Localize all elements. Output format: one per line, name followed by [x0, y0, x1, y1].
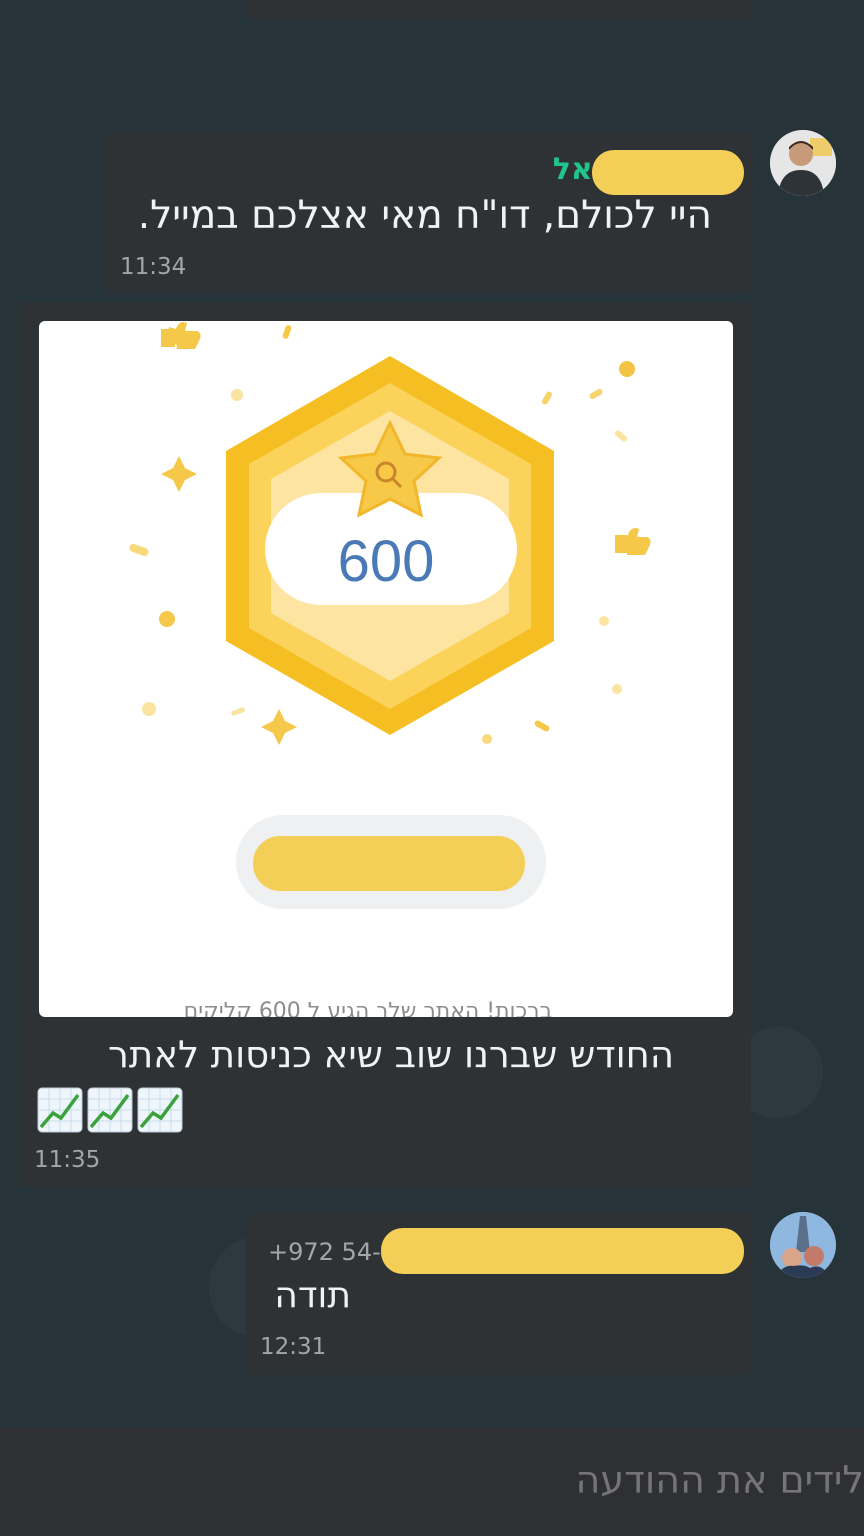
previous-message-bubble[interactable] — [246, 0, 751, 20]
message-timestamp: 12:31 — [260, 1334, 327, 1360]
message-timestamp: 11:35 — [34, 1147, 101, 1173]
message-input[interactable] — [0, 1450, 864, 1510]
message-image[interactable]: 600 — [39, 321, 733, 1017]
message-composer — [0, 1428, 864, 1536]
chart-increasing-icon — [137, 1087, 183, 1133]
chart-increasing-icon — [87, 1087, 133, 1133]
person-avatar-icon — [770, 130, 836, 196]
achievement-badge-image — [129, 322, 651, 909]
sender-phone[interactable]: +972 54- — [268, 1238, 381, 1266]
message-text: החודש שברנו שוב שיא כניסות לאתר — [108, 1033, 674, 1076]
redaction-mark — [381, 1228, 744, 1274]
message-timestamp: 11:34 — [120, 254, 187, 280]
image-caption: ברכות! האתר שלך הגיע ל 600 קליקים — [183, 999, 553, 1017]
person-avatar-icon — [770, 1212, 836, 1278]
chart-increasing-icon — [37, 1087, 83, 1133]
message-text: היי לכולם, דו"ח מאי אצלכם במייל. — [137, 193, 712, 238]
sender-avatar[interactable] — [770, 1212, 836, 1278]
badge-value: 600 — [337, 529, 435, 594]
emoji-row — [37, 1087, 183, 1133]
message-text: תודה — [274, 1275, 351, 1316]
sender-avatar[interactable] — [770, 130, 836, 196]
redaction-mark — [592, 150, 744, 195]
